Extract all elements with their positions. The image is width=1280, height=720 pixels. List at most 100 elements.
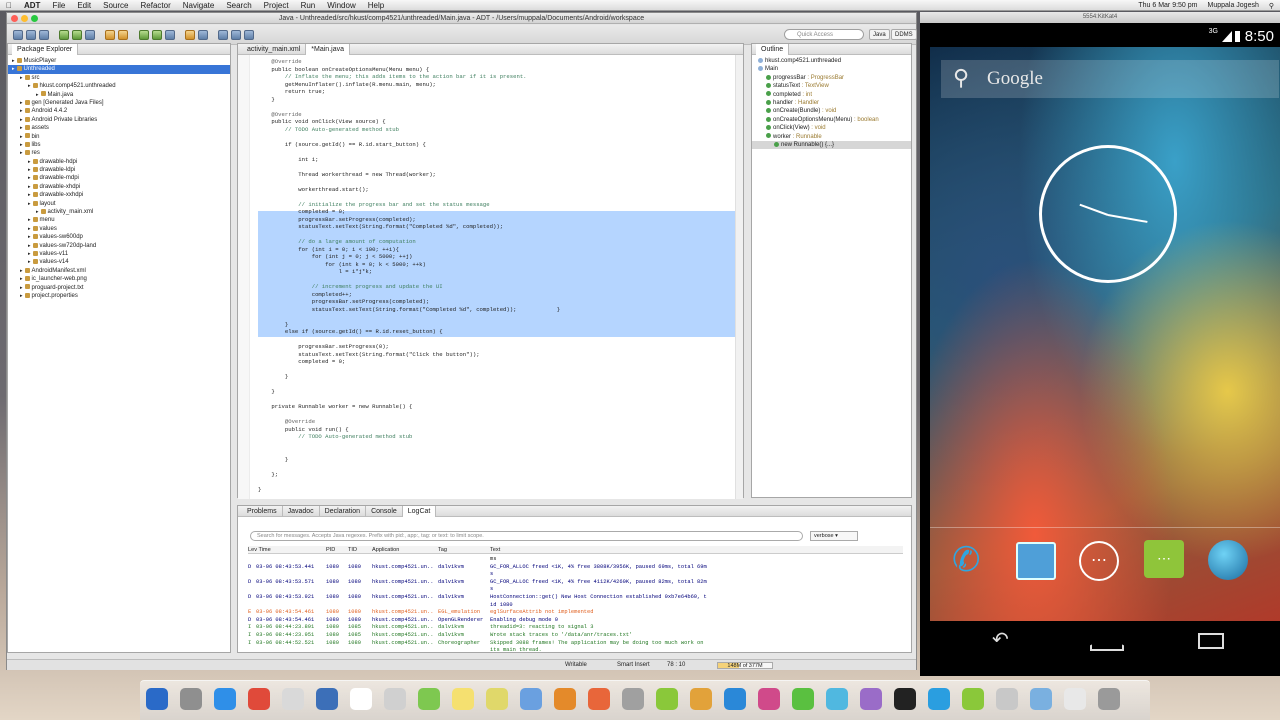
logcat-row[interactable]: I 03-06 08:44:52.521 1080 1080 hkust.comp452… — [248, 640, 903, 648]
phone-icon[interactable]: ✆ — [952, 540, 981, 580]
next-annotation-icon[interactable] — [218, 30, 228, 40]
tree-item[interactable]: ▸ src — [8, 74, 230, 82]
disk-utility-icon[interactable] — [996, 688, 1018, 710]
tree-toggle-icon[interactable]: ▸ — [20, 75, 23, 81]
powerpoint-icon[interactable] — [758, 688, 780, 710]
thunderbird-icon[interactable] — [690, 688, 712, 710]
tree-item[interactable]: ▸ Android Private Libraries — [8, 116, 230, 124]
outline-item[interactable]: onCreateOptionsMenu(Menu) : boolean — [752, 116, 911, 124]
tree-item[interactable]: ▸ activity_main.xml — [8, 208, 230, 216]
logcat-column-header[interactable]: PID — [326, 546, 346, 554]
menu-help[interactable]: Help — [362, 1, 390, 10]
logcat-search-input[interactable]: Search for messages. Accepts Java regexe… — [250, 531, 803, 541]
tree-item[interactable]: ▸ project.properties — [8, 292, 230, 300]
heap-status[interactable]: 148M of 377M — [717, 662, 773, 669]
android-sdk-icon[interactable] — [59, 30, 69, 40]
new-project-icon[interactable] — [105, 30, 115, 40]
skype-blue-icon[interactable] — [928, 688, 950, 710]
outline-item[interactable]: Main — [752, 65, 911, 73]
tree-toggle-icon[interactable]: ▸ — [20, 150, 23, 156]
mail-icon[interactable] — [316, 688, 338, 710]
back-nav-icon[interactable]: ↶ — [992, 627, 1009, 652]
menu-refactor[interactable]: Refactor — [135, 1, 177, 10]
logcat-row[interactable]: its main thread. — [248, 647, 903, 655]
tree-toggle-icon[interactable]: ▸ — [12, 66, 15, 72]
itunes-icon[interactable] — [520, 688, 542, 710]
outline-item[interactable]: new Runnable() {...} — [752, 140, 911, 150]
menu-window[interactable]: Window — [321, 1, 361, 10]
maps-icon[interactable] — [418, 688, 440, 710]
logcat-row[interactable]: I 03-06 08:44:23.891 1080 1085 hkust.comp452… — [248, 624, 903, 632]
tree-toggle-icon[interactable]: ▸ — [28, 259, 31, 265]
tree-toggle-icon[interactable]: ▸ — [36, 92, 39, 98]
back-icon[interactable] — [231, 30, 241, 40]
tree-toggle-icon[interactable]: ▸ — [28, 234, 31, 240]
safari-icon[interactable] — [282, 688, 304, 710]
home-nav-icon[interactable] — [1090, 637, 1124, 651]
minimize-window-icon[interactable] — [21, 15, 28, 22]
tree-item[interactable]: ▸ menu — [8, 216, 230, 224]
datetime[interactable]: Thu 6 Mar 9:50 pm — [1138, 2, 1197, 9]
tree-item[interactable]: ▸ values-sw600dp — [8, 233, 230, 241]
external-tools-icon[interactable] — [165, 30, 175, 40]
outline-item[interactable]: statusText : TextView — [752, 82, 911, 90]
editor-tab[interactable]: *Main.java — [306, 44, 350, 55]
quick-access-field[interactable]: Quick Access — [784, 29, 864, 40]
app-drawer-icon[interactable]: ⋯ — [1079, 541, 1119, 581]
run-icon[interactable] — [152, 30, 162, 40]
outline-item[interactable]: onCreate(Bundle) : void — [752, 107, 911, 115]
logcat-row[interactable]: D 03-06 08:43:54.461 1080 1080 hkust.comp452… — [248, 617, 903, 625]
word-icon[interactable] — [724, 688, 746, 710]
tree-toggle-icon[interactable]: ▸ — [20, 276, 23, 282]
tree-item[interactable]: ▸ proguard-project.txt — [8, 284, 230, 292]
logcat-row[interactable]: s — [248, 586, 903, 594]
tree-item[interactable]: ▸ MusicPlayer — [8, 57, 230, 65]
tree-item[interactable]: ▸ values-sw720dp-land — [8, 242, 230, 250]
calendar-icon[interactable] — [350, 688, 372, 710]
stickies-icon[interactable] — [486, 688, 508, 710]
avd-manager-icon[interactable] — [72, 30, 82, 40]
search-toolbar-icon[interactable] — [198, 30, 208, 40]
menu-edit[interactable]: Edit — [71, 1, 97, 10]
skype-icon[interactable] — [826, 688, 848, 710]
tree-toggle-icon[interactable]: ▸ — [28, 251, 31, 257]
firefox-icon[interactable] — [588, 688, 610, 710]
contacts-icon[interactable] — [384, 688, 406, 710]
tree-toggle-icon[interactable]: ▸ — [20, 117, 23, 123]
close-window-icon[interactable] — [11, 15, 18, 22]
tree-item[interactable]: ▸ AndroidManifest.xml — [8, 267, 230, 275]
launchpad-icon[interactable] — [180, 688, 202, 710]
logcat-column-header[interactable]: Lev Time — [248, 546, 324, 554]
tab-package-explorer[interactable]: Package Explorer — [12, 44, 79, 55]
torrent-icon[interactable] — [656, 688, 678, 710]
chrome-icon[interactable] — [248, 688, 270, 710]
menu-app-name[interactable]: ADT — [18, 1, 46, 10]
trash-icon[interactable] — [1098, 688, 1120, 710]
outline-item[interactable]: completed : int — [752, 91, 911, 99]
messaging-icon[interactable]: ⋯ — [1144, 540, 1184, 578]
tree-item[interactable]: ▸ drawable-mdpi — [8, 174, 230, 182]
tree-item[interactable]: ▸ drawable-ldpi — [8, 166, 230, 174]
tree-toggle-icon[interactable]: ▸ — [20, 142, 23, 148]
menu-file[interactable]: File — [46, 1, 71, 10]
outline-item[interactable]: onClick(View) : void — [752, 124, 911, 132]
tree-toggle-icon[interactable]: ▸ — [20, 285, 23, 291]
finder-icon[interactable] — [146, 688, 168, 710]
tree-toggle-icon[interactable]: ▸ — [20, 268, 23, 274]
folder-icon[interactable] — [1030, 688, 1052, 710]
tree-toggle-icon[interactable]: ▸ — [28, 167, 31, 173]
perspective-java[interactable]: Java — [869, 29, 890, 40]
perspective-ddms[interactable]: DDMS — [891, 29, 917, 40]
tree-item[interactable]: ▸ Android 4.4.2 — [8, 107, 230, 115]
outline-item[interactable]: hkust.comp4521.unthreaded — [752, 57, 911, 65]
tab-outline[interactable]: Outline — [756, 44, 790, 55]
tree-toggle-icon[interactable]: ▸ — [28, 192, 31, 198]
logcat-row[interactable]: E 03-06 08:43:54.461 1080 1080 hkust.comp452… — [248, 609, 903, 617]
user-name[interactable]: Muppala Jogesh — [1207, 2, 1258, 9]
tree-item[interactable]: ▸ hkust.comp4521.unthreaded — [8, 82, 230, 90]
tree-toggle-icon[interactable]: ▸ — [28, 83, 31, 89]
new-icon[interactable] — [13, 30, 23, 40]
tree-toggle-icon[interactable]: ▸ — [20, 134, 23, 140]
zoom-window-icon[interactable] — [31, 15, 38, 22]
logcat-row[interactable]: s — [248, 571, 903, 579]
